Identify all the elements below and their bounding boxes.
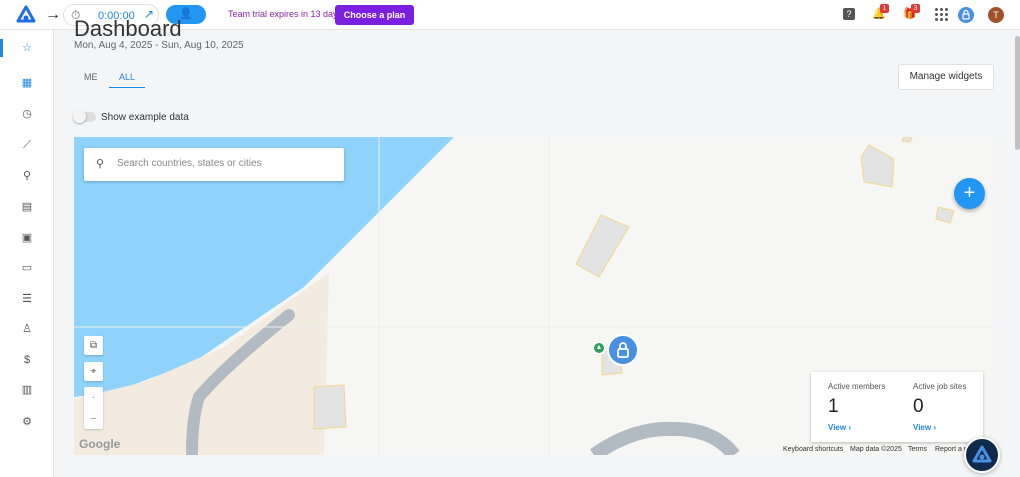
sidebar-active-indicator: [0, 39, 3, 57]
locate-icon[interactable]: ⌖: [84, 362, 103, 381]
terms-link[interactable]: Terms: [908, 446, 927, 453]
clock-icon[interactable]: ◷: [18, 105, 36, 123]
view-sites-label: View: [913, 423, 932, 432]
gift-badge: 3: [911, 4, 920, 13]
view-members-link[interactable]: View ›: [828, 423, 851, 432]
member-marker[interactable]: [607, 334, 639, 366]
zoom-out-button[interactable]: –: [84, 408, 103, 429]
search-icon: ⚲: [96, 158, 105, 170]
add-fab-button[interactable]: +: [954, 178, 985, 209]
view-sites-link[interactable]: View ›: [913, 423, 936, 432]
active-sites-label: Active job sites: [913, 382, 967, 391]
page-title: Dashboard: [74, 16, 182, 41]
arrow-right-icon[interactable]: →: [45, 6, 61, 24]
member-lock-icon: [617, 342, 629, 358]
keyboard-shortcuts-link[interactable]: Keyboard shortcuts: [783, 446, 843, 453]
google-logo: Google: [79, 437, 121, 451]
zoom-controls: · –: [84, 387, 103, 429]
job-site-marker[interactable]: ▲: [592, 341, 606, 355]
sidebar: ☆ ▦ ◷ ⟋ ⚲ ▤ ▣ ▭ ☰ ♙ $ ▥ ⚙: [0, 30, 54, 477]
search-input[interactable]: Search countries, states or cities: [117, 158, 262, 169]
reports-icon[interactable]: ▣: [18, 229, 36, 247]
chat-logo-icon: [972, 445, 992, 463]
choose-plan-button[interactable]: Choose a plan: [335, 5, 414, 25]
map-widget[interactable]: ⚲ Search countries, states or cities + ⧉…: [74, 137, 995, 455]
trial-text: Team trial expires in 13 days.: [228, 9, 345, 19]
dashboard-icon[interactable]: ▦: [18, 74, 36, 92]
building-icon[interactable]: ▥: [18, 381, 36, 399]
star-icon[interactable]: ☆: [18, 39, 36, 57]
date-range[interactable]: Mon, Aug 4, 2025 - Sun, Aug 10, 2025: [74, 40, 244, 51]
user-avatar[interactable]: T: [988, 7, 1004, 23]
lock-user-icon: [962, 9, 970, 20]
active-stats-card: Active members 1 View › Active job sites…: [811, 372, 983, 442]
page-scrollbar[interactable]: [1015, 36, 1020, 150]
example-data-toggle[interactable]: [73, 110, 96, 123]
manage-widgets-button[interactable]: Manage widgets: [898, 64, 994, 90]
main-content: Dashboard Mon, Aug 4, 2025 - Sun, Aug 10…: [54, 16, 1020, 477]
example-data-label: Show example data: [101, 112, 189, 123]
active-members-value: 1: [828, 396, 839, 417]
active-members-label: Active members: [828, 382, 886, 391]
notification-badge: 1: [880, 4, 889, 13]
people-icon[interactable]: ♙: [18, 320, 36, 338]
map-data-text: Map data ©2025: [850, 446, 902, 453]
help-icon[interactable]: ?: [843, 8, 855, 20]
tab-all[interactable]: ALL: [109, 70, 146, 88]
timesheet-icon[interactable]: ☰: [18, 290, 36, 308]
activity-icon[interactable]: ⟋: [18, 136, 36, 154]
zoom-in-button[interactable]: ·: [84, 387, 103, 408]
dollar-icon[interactable]: $: [18, 351, 36, 369]
calendar-icon[interactable]: ▭: [18, 259, 36, 277]
tab-me[interactable]: ME: [74, 70, 108, 88]
active-sites-value: 0: [913, 396, 924, 417]
apps-grid-icon[interactable]: [935, 8, 948, 21]
layers-icon[interactable]: ⧉: [84, 336, 103, 355]
location-pin-icon[interactable]: ⚲: [18, 167, 36, 185]
profile-avatar[interactable]: [958, 7, 974, 23]
view-members-label: View: [828, 423, 847, 432]
map-search[interactable]: ⚲ Search countries, states or cities: [84, 148, 344, 181]
map-icon[interactable]: ▤: [18, 198, 36, 216]
chat-widget-button[interactable]: [964, 437, 1000, 473]
app-logo-icon[interactable]: [16, 5, 36, 25]
settings-gear-icon[interactable]: ⚙: [18, 413, 36, 431]
